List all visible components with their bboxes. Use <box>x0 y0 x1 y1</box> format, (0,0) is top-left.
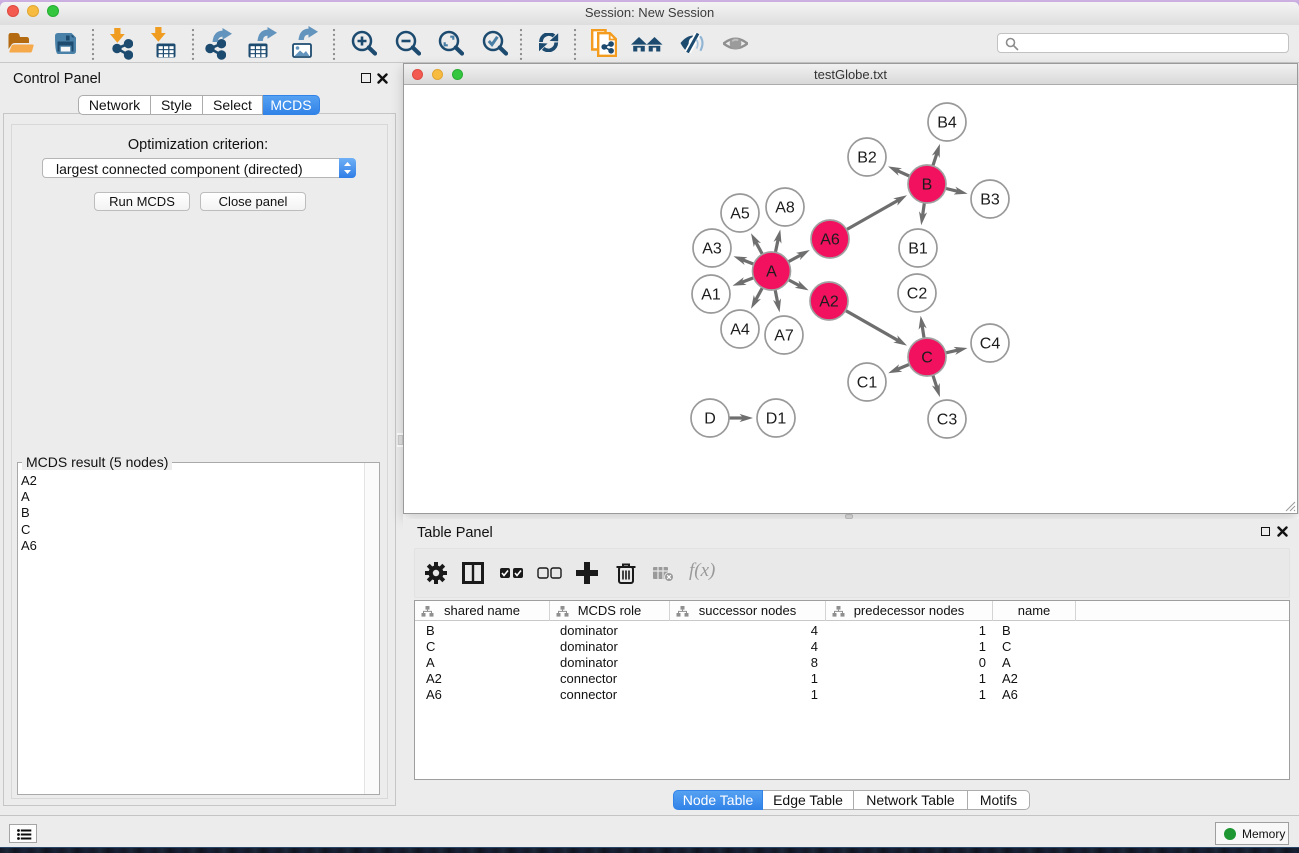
svg-text:A1: A1 <box>701 287 721 304</box>
svg-text:A3: A3 <box>702 241 722 258</box>
svg-text:A4: A4 <box>730 322 750 339</box>
svg-text:C1: C1 <box>857 375 878 392</box>
svg-text:B3: B3 <box>980 192 1000 209</box>
svg-text:C: C <box>921 350 933 367</box>
svg-text:B1: B1 <box>908 241 928 258</box>
svg-text:A7: A7 <box>774 328 794 345</box>
svg-text:A2: A2 <box>819 294 839 311</box>
svg-text:C3: C3 <box>937 412 958 429</box>
svg-text:D: D <box>704 411 716 428</box>
svg-text:A8: A8 <box>775 200 795 217</box>
svg-text:B2: B2 <box>857 150 877 167</box>
svg-text:C4: C4 <box>980 336 1001 353</box>
svg-text:C2: C2 <box>907 286 928 303</box>
svg-text:B4: B4 <box>937 115 957 132</box>
svg-text:A5: A5 <box>730 206 750 223</box>
svg-text:B: B <box>922 177 933 194</box>
svg-text:A: A <box>766 264 777 281</box>
svg-text:A6: A6 <box>820 232 840 249</box>
svg-text:D1: D1 <box>766 411 787 428</box>
